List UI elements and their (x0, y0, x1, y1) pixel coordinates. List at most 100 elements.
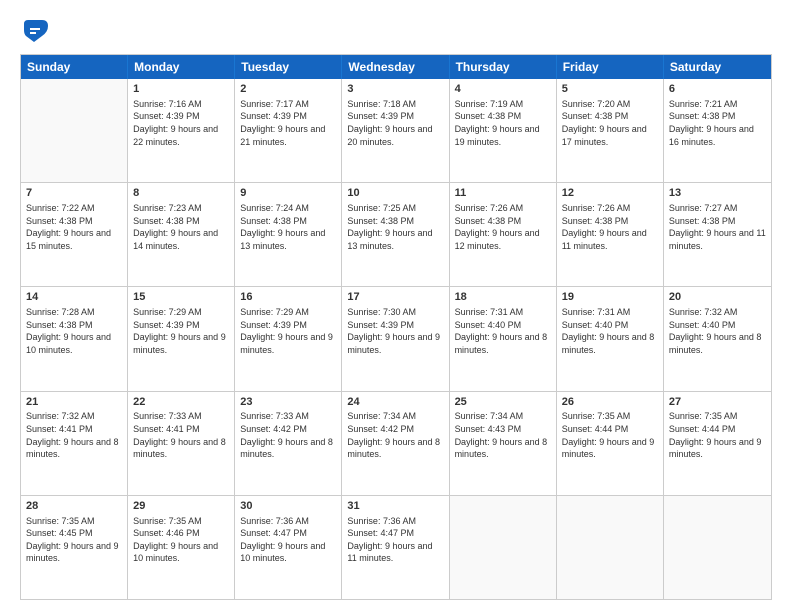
day-number: 8 (133, 186, 229, 201)
header-day-tuesday: Tuesday (235, 55, 342, 79)
cell-info: Sunrise: 7:24 AM Sunset: 4:38 PM Dayligh… (240, 202, 336, 252)
cell-info: Sunrise: 7:17 AM Sunset: 4:39 PM Dayligh… (240, 98, 336, 148)
calendar-cell: 18Sunrise: 7:31 AM Sunset: 4:40 PM Dayli… (450, 287, 557, 390)
day-number: 3 (347, 82, 443, 97)
cell-info: Sunrise: 7:20 AM Sunset: 4:38 PM Dayligh… (562, 98, 658, 148)
header-day-sunday: Sunday (21, 55, 128, 79)
day-number: 25 (455, 395, 551, 410)
cell-info: Sunrise: 7:23 AM Sunset: 4:38 PM Dayligh… (133, 202, 229, 252)
cell-info: Sunrise: 7:30 AM Sunset: 4:39 PM Dayligh… (347, 306, 443, 356)
calendar-row-1: 7Sunrise: 7:22 AM Sunset: 4:38 PM Daylig… (21, 182, 771, 286)
day-number: 24 (347, 395, 443, 410)
cell-info: Sunrise: 7:18 AM Sunset: 4:39 PM Dayligh… (347, 98, 443, 148)
day-number: 16 (240, 290, 336, 305)
day-number: 14 (26, 290, 122, 305)
day-number: 7 (26, 186, 122, 201)
calendar-cell: 2Sunrise: 7:17 AM Sunset: 4:39 PM Daylig… (235, 79, 342, 182)
day-number: 15 (133, 290, 229, 305)
calendar-cell (664, 496, 771, 599)
day-number: 26 (562, 395, 658, 410)
calendar-row-4: 28Sunrise: 7:35 AM Sunset: 4:45 PM Dayli… (21, 495, 771, 599)
cell-info: Sunrise: 7:26 AM Sunset: 4:38 PM Dayligh… (455, 202, 551, 252)
day-number: 1 (133, 82, 229, 97)
page: SundayMondayTuesdayWednesdayThursdayFrid… (0, 0, 792, 612)
cell-info: Sunrise: 7:31 AM Sunset: 4:40 PM Dayligh… (455, 306, 551, 356)
logo-icon (20, 16, 50, 46)
calendar-cell: 25Sunrise: 7:34 AM Sunset: 4:43 PM Dayli… (450, 392, 557, 495)
day-number: 2 (240, 82, 336, 97)
day-number: 19 (562, 290, 658, 305)
calendar-cell: 3Sunrise: 7:18 AM Sunset: 4:39 PM Daylig… (342, 79, 449, 182)
calendar-cell: 30Sunrise: 7:36 AM Sunset: 4:47 PM Dayli… (235, 496, 342, 599)
calendar-cell: 4Sunrise: 7:19 AM Sunset: 4:38 PM Daylig… (450, 79, 557, 182)
day-number: 31 (347, 499, 443, 514)
calendar-cell: 21Sunrise: 7:32 AM Sunset: 4:41 PM Dayli… (21, 392, 128, 495)
day-number: 20 (669, 290, 766, 305)
calendar-cell: 1Sunrise: 7:16 AM Sunset: 4:39 PM Daylig… (128, 79, 235, 182)
calendar-cell (450, 496, 557, 599)
calendar-header: SundayMondayTuesdayWednesdayThursdayFrid… (21, 55, 771, 79)
calendar-cell: 13Sunrise: 7:27 AM Sunset: 4:38 PM Dayli… (664, 183, 771, 286)
day-number: 17 (347, 290, 443, 305)
day-number: 4 (455, 82, 551, 97)
cell-info: Sunrise: 7:36 AM Sunset: 4:47 PM Dayligh… (347, 515, 443, 565)
calendar-cell: 8Sunrise: 7:23 AM Sunset: 4:38 PM Daylig… (128, 183, 235, 286)
day-number: 27 (669, 395, 766, 410)
calendar-cell: 22Sunrise: 7:33 AM Sunset: 4:41 PM Dayli… (128, 392, 235, 495)
calendar-cell: 14Sunrise: 7:28 AM Sunset: 4:38 PM Dayli… (21, 287, 128, 390)
cell-info: Sunrise: 7:16 AM Sunset: 4:39 PM Dayligh… (133, 98, 229, 148)
cell-info: Sunrise: 7:31 AM Sunset: 4:40 PM Dayligh… (562, 306, 658, 356)
logo (20, 16, 54, 46)
day-number: 18 (455, 290, 551, 305)
day-number: 21 (26, 395, 122, 410)
calendar-cell: 10Sunrise: 7:25 AM Sunset: 4:38 PM Dayli… (342, 183, 449, 286)
day-number: 9 (240, 186, 336, 201)
cell-info: Sunrise: 7:36 AM Sunset: 4:47 PM Dayligh… (240, 515, 336, 565)
calendar-cell: 31Sunrise: 7:36 AM Sunset: 4:47 PM Dayli… (342, 496, 449, 599)
cell-info: Sunrise: 7:32 AM Sunset: 4:41 PM Dayligh… (26, 410, 122, 460)
calendar-cell: 17Sunrise: 7:30 AM Sunset: 4:39 PM Dayli… (342, 287, 449, 390)
calendar-cell: 20Sunrise: 7:32 AM Sunset: 4:40 PM Dayli… (664, 287, 771, 390)
calendar-cell: 6Sunrise: 7:21 AM Sunset: 4:38 PM Daylig… (664, 79, 771, 182)
cell-info: Sunrise: 7:32 AM Sunset: 4:40 PM Dayligh… (669, 306, 766, 356)
day-number: 11 (455, 186, 551, 201)
cell-info: Sunrise: 7:35 AM Sunset: 4:44 PM Dayligh… (562, 410, 658, 460)
cell-info: Sunrise: 7:25 AM Sunset: 4:38 PM Dayligh… (347, 202, 443, 252)
day-number: 22 (133, 395, 229, 410)
day-number: 30 (240, 499, 336, 514)
calendar-cell: 15Sunrise: 7:29 AM Sunset: 4:39 PM Dayli… (128, 287, 235, 390)
day-number: 6 (669, 82, 766, 97)
calendar-row-3: 21Sunrise: 7:32 AM Sunset: 4:41 PM Dayli… (21, 391, 771, 495)
calendar-cell: 24Sunrise: 7:34 AM Sunset: 4:42 PM Dayli… (342, 392, 449, 495)
day-number: 5 (562, 82, 658, 97)
calendar-cell: 19Sunrise: 7:31 AM Sunset: 4:40 PM Dayli… (557, 287, 664, 390)
calendar: SundayMondayTuesdayWednesdayThursdayFrid… (20, 54, 772, 600)
calendar-cell: 11Sunrise: 7:26 AM Sunset: 4:38 PM Dayli… (450, 183, 557, 286)
cell-info: Sunrise: 7:34 AM Sunset: 4:42 PM Dayligh… (347, 410, 443, 460)
cell-info: Sunrise: 7:19 AM Sunset: 4:38 PM Dayligh… (455, 98, 551, 148)
day-number: 29 (133, 499, 229, 514)
cell-info: Sunrise: 7:27 AM Sunset: 4:38 PM Dayligh… (669, 202, 766, 252)
cell-info: Sunrise: 7:22 AM Sunset: 4:38 PM Dayligh… (26, 202, 122, 252)
calendar-cell: 9Sunrise: 7:24 AM Sunset: 4:38 PM Daylig… (235, 183, 342, 286)
day-number: 12 (562, 186, 658, 201)
calendar-cell: 27Sunrise: 7:35 AM Sunset: 4:44 PM Dayli… (664, 392, 771, 495)
header-day-thursday: Thursday (450, 55, 557, 79)
calendar-cell (21, 79, 128, 182)
day-number: 10 (347, 186, 443, 201)
header-day-saturday: Saturday (664, 55, 771, 79)
cell-info: Sunrise: 7:21 AM Sunset: 4:38 PM Dayligh… (669, 98, 766, 148)
header (20, 16, 772, 46)
calendar-cell: 16Sunrise: 7:29 AM Sunset: 4:39 PM Dayli… (235, 287, 342, 390)
day-number: 28 (26, 499, 122, 514)
calendar-cell: 29Sunrise: 7:35 AM Sunset: 4:46 PM Dayli… (128, 496, 235, 599)
calendar-cell: 28Sunrise: 7:35 AM Sunset: 4:45 PM Dayli… (21, 496, 128, 599)
cell-info: Sunrise: 7:34 AM Sunset: 4:43 PM Dayligh… (455, 410, 551, 460)
header-day-friday: Friday (557, 55, 664, 79)
cell-info: Sunrise: 7:35 AM Sunset: 4:44 PM Dayligh… (669, 410, 766, 460)
cell-info: Sunrise: 7:26 AM Sunset: 4:38 PM Dayligh… (562, 202, 658, 252)
header-day-monday: Monday (128, 55, 235, 79)
cell-info: Sunrise: 7:33 AM Sunset: 4:42 PM Dayligh… (240, 410, 336, 460)
header-day-wednesday: Wednesday (342, 55, 449, 79)
cell-info: Sunrise: 7:29 AM Sunset: 4:39 PM Dayligh… (133, 306, 229, 356)
